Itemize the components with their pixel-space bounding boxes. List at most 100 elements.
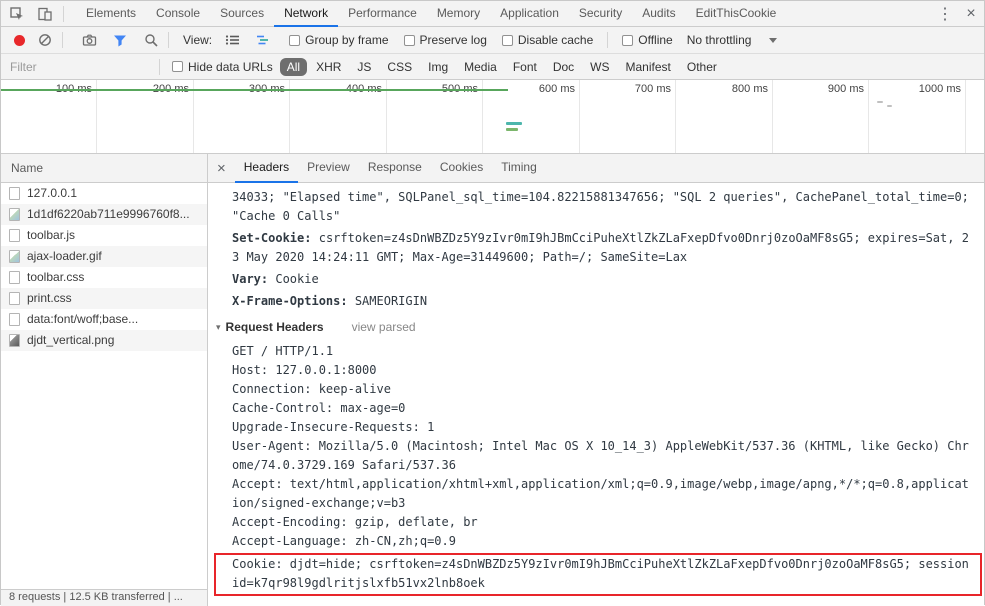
close-devtools-icon[interactable]: × xyxy=(958,5,984,23)
tab-elements[interactable]: Elements xyxy=(76,1,146,27)
tab-timing[interactable]: Timing xyxy=(492,154,546,183)
raw-request-line: Connection: keep-alive xyxy=(232,382,391,396)
filter-input[interactable] xyxy=(1,59,153,74)
close-details-icon[interactable]: × xyxy=(208,160,235,177)
checkbox-box xyxy=(289,34,301,46)
device-toolbar-icon[interactable] xyxy=(33,2,57,26)
filter-pill-media[interactable]: Media xyxy=(457,58,504,76)
search-icon[interactable] xyxy=(140,29,162,51)
image-icon xyxy=(9,208,20,221)
view-label: View: xyxy=(183,33,213,47)
filter-pill-manifest[interactable]: Manifest xyxy=(619,58,678,76)
network-summary-bar: 8 requests | 12.5 KB transferred | ... xyxy=(1,589,207,606)
tab-editthiscookie[interactable]: EditThisCookie xyxy=(686,1,787,27)
tab-preview[interactable]: Preview xyxy=(298,154,359,183)
image-icon xyxy=(9,250,20,263)
request-row[interactable]: data:font/woff;base... xyxy=(1,309,207,330)
tick-label: 1000 ms xyxy=(918,83,961,95)
tab-console[interactable]: Console xyxy=(146,1,210,27)
view-parsed-link[interactable]: view parsed xyxy=(352,318,416,337)
throttling-dropdown[interactable]: No throttling xyxy=(687,33,778,47)
filter-pill-doc[interactable]: Doc xyxy=(546,58,581,76)
request-name: djdt_vertical.png xyxy=(27,333,115,347)
summary-text: 8 requests | 12.5 KB transferred | ... xyxy=(9,591,183,603)
cookie-header-line: Cookie: djdt=hide; csrftoken=z4sDnWBZDz5… xyxy=(232,557,969,590)
list-view-icon[interactable] xyxy=(221,29,243,51)
raw-request-line: Accept-Encoding: gzip, deflate, br xyxy=(232,515,478,529)
section-title: Request Headers xyxy=(225,320,324,334)
image-icon xyxy=(9,334,20,347)
request-row[interactable]: 127.0.0.1 xyxy=(1,183,207,204)
raw-request-line: Accept-Language: zh-CN,zh;q=0.9 xyxy=(232,534,456,548)
clear-icon[interactable] xyxy=(34,29,56,51)
preserve-log-checkbox[interactable]: Preserve log xyxy=(403,33,487,47)
divider xyxy=(159,58,160,75)
filter-pill-other[interactable]: Other xyxy=(680,58,724,76)
checkbox-box xyxy=(172,61,183,72)
record-button[interactable] xyxy=(14,34,25,46)
kebab-menu-icon[interactable]: ⋮ xyxy=(932,4,958,24)
request-row[interactable]: print.css xyxy=(1,288,207,309)
headers-content: 34033; "Elapsed time", SQLPanel_sql_time… xyxy=(208,183,984,596)
document-icon xyxy=(9,187,20,200)
checkbox-box xyxy=(622,34,634,46)
tab-memory[interactable]: Memory xyxy=(427,1,490,27)
tab-performance[interactable]: Performance xyxy=(338,1,427,27)
waterfall-view-icon[interactable] xyxy=(252,29,274,51)
filter-funnel-icon[interactable] xyxy=(109,29,131,51)
divider xyxy=(62,32,63,48)
throttling-value: No throttling xyxy=(686,33,752,47)
request-row[interactable]: djdt_vertical.png xyxy=(1,330,207,351)
tab-audits[interactable]: Audits xyxy=(632,1,685,27)
tab-application[interactable]: Application xyxy=(490,1,569,27)
inspect-element-icon[interactable] xyxy=(5,2,29,26)
tick-label: 800 ms xyxy=(731,83,768,95)
details-tabbar: × Headers Preview Response Cookies Timin… xyxy=(208,154,984,183)
script-icon xyxy=(9,229,20,242)
request-name: data:font/woff;base... xyxy=(27,312,139,326)
stylesheet-icon xyxy=(9,271,20,284)
offline-checkbox[interactable]: Offline xyxy=(622,33,673,47)
divider xyxy=(63,5,64,22)
filter-pill-font[interactable]: Font xyxy=(506,58,544,76)
filter-pill-css[interactable]: CSS xyxy=(380,58,419,76)
name-column-header[interactable]: Name xyxy=(1,154,207,183)
hide-data-urls-checkbox[interactable]: Hide data URLs xyxy=(172,60,273,74)
tab-security[interactable]: Security xyxy=(569,1,632,27)
response-header-x-frame-options: X-Frame-Options: SAMEORIGIN xyxy=(232,292,976,311)
tab-network[interactable]: Network xyxy=(274,1,339,27)
tab-sources[interactable]: Sources xyxy=(210,1,274,27)
tab-headers[interactable]: Headers xyxy=(234,154,299,183)
raw-request-line: GET / HTTP/1.1 xyxy=(232,344,334,358)
filter-pill-xhr[interactable]: XHR xyxy=(309,58,348,76)
filter-pill-all[interactable]: All xyxy=(279,57,308,76)
screenshot-camera-icon[interactable] xyxy=(78,29,100,51)
tick-label: 700 ms xyxy=(634,83,671,95)
request-list: 127.0.0.1 1d1df6220ab711e9996760f8... to… xyxy=(1,183,207,351)
filter-pill-js[interactable]: JS xyxy=(350,58,378,76)
disable-cache-checkbox[interactable]: Disable cache xyxy=(501,33,593,47)
raw-request-line: Cache-Control: max-age=0 xyxy=(232,401,406,415)
filter-pill-img[interactable]: Img xyxy=(421,58,455,76)
tick-label: 900 ms xyxy=(827,83,864,95)
network-panel-body: Name 127.0.0.1 1d1df6220ab711e9996760f8.… xyxy=(1,154,984,606)
request-headers-section[interactable]: ▾ Request Headers view parsed xyxy=(216,318,976,337)
tab-cookies[interactable]: Cookies xyxy=(431,154,492,183)
request-name: print.css xyxy=(27,291,72,305)
waterfall-mark xyxy=(506,128,518,131)
header-value: Cookie xyxy=(275,272,319,286)
waterfall-mark xyxy=(506,122,522,125)
network-overview-timeline[interactable]: 100 ms 200 ms 300 ms 400 ms 500 ms 600 m… xyxy=(1,80,984,154)
group-by-frame-checkbox[interactable]: Group by frame xyxy=(289,33,389,47)
request-row[interactable]: 1d1df6220ab711e9996760f8... xyxy=(1,204,207,225)
tab-response[interactable]: Response xyxy=(359,154,431,183)
header-name: Vary: xyxy=(232,272,269,286)
timeline-gridline: 1000 ms xyxy=(869,80,966,153)
request-row[interactable]: toolbar.js xyxy=(1,225,207,246)
request-row[interactable]: ajax-loader.gif xyxy=(1,246,207,267)
request-name: ajax-loader.gif xyxy=(27,249,102,263)
request-name: toolbar.css xyxy=(27,270,85,284)
filter-pill-ws[interactable]: WS xyxy=(583,58,616,76)
response-header-set-cookie: Set-Cookie: csrftoken=z4sDnWBZDz5Y9zIvr0… xyxy=(232,229,976,267)
request-row[interactable]: toolbar.css xyxy=(1,267,207,288)
